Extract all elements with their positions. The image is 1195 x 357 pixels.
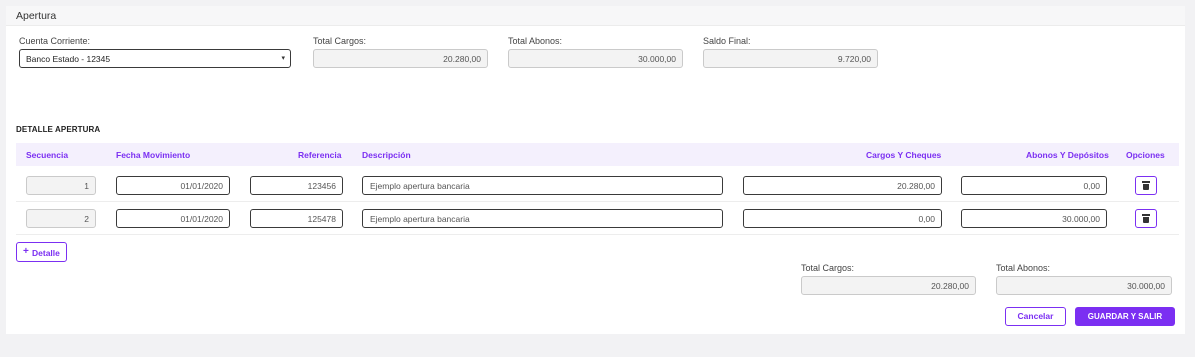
col-abonos: Abonos Y Depósitos xyxy=(1026,150,1109,160)
bottom-total-abonos-field: 30.000,00 xyxy=(996,276,1172,295)
row-1-secuencia: 1 xyxy=(26,176,96,195)
saldo-final-field: 9.720,00 xyxy=(703,49,878,68)
abonos-value: 30.000,00 xyxy=(1062,214,1100,224)
bottom-total-abonos-value: 30.000,00 xyxy=(1127,281,1165,291)
saldo-final-label: Saldo Final: xyxy=(703,36,751,46)
row-2-secuencia: 2 xyxy=(26,209,96,228)
table-header: Secuencia Fecha Movimiento Referencia De… xyxy=(16,143,1179,166)
total-cargos-label: Total Cargos: xyxy=(313,36,367,46)
row-1-referencia-input[interactable]: 123456 xyxy=(250,176,343,195)
total-abonos-label: Total Abonos: xyxy=(508,36,563,46)
row-2-descripcion-input[interactable]: Ejemplo apertura bancaria xyxy=(362,209,723,228)
fecha-value: 01/01/2020 xyxy=(180,181,223,191)
row-1-cargos-input[interactable]: 20.280,00 xyxy=(743,176,942,195)
apertura-panel: Apertura Cuenta Corriente: Banco Estado … xyxy=(6,6,1185,334)
secuencia-value: 2 xyxy=(84,214,89,224)
referencia-value: 123456 xyxy=(307,181,336,191)
trash-icon xyxy=(1142,181,1150,190)
total-abonos-value: 30.000,00 xyxy=(638,54,676,64)
descripcion-value: Ejemplo apertura bancaria xyxy=(370,214,470,224)
cuenta-select[interactable]: Banco Estado - 12345 ▾ xyxy=(19,49,291,68)
save-and-exit-button[interactable]: GUARDAR Y SALIR xyxy=(1075,307,1175,326)
abonos-value: 0,00 xyxy=(1083,181,1100,191)
trash-icon xyxy=(1142,214,1150,223)
row-2-abonos-input[interactable]: 30.000,00 xyxy=(961,209,1107,228)
row-divider xyxy=(16,234,1179,235)
bottom-total-cargos-value: 20.280,00 xyxy=(931,281,969,291)
cuenta-value: Banco Estado - 12345 xyxy=(26,54,111,64)
panel-header: Apertura xyxy=(6,6,1185,26)
total-abonos-field: 30.000,00 xyxy=(508,49,683,68)
total-cargos-field: 20.280,00 xyxy=(313,49,488,68)
bottom-total-cargos-label: Total Cargos: xyxy=(801,263,855,273)
referencia-value: 125478 xyxy=(307,214,336,224)
descripcion-value: Ejemplo apertura bancaria xyxy=(370,181,470,191)
row-divider xyxy=(16,201,1179,202)
cancel-button[interactable]: Cancelar xyxy=(1005,307,1066,326)
row-1-delete-button[interactable] xyxy=(1135,176,1157,195)
bottom-total-abonos-label: Total Abonos: xyxy=(996,263,1051,273)
plus-icon: + xyxy=(23,246,29,257)
add-detail-label: Detalle xyxy=(32,248,60,258)
col-cargos: Cargos Y Cheques xyxy=(866,150,942,160)
row-1-abonos-input[interactable]: 0,00 xyxy=(961,176,1107,195)
detail-section-title: DETALLE APERTURA xyxy=(16,125,101,134)
chevron-down-icon: ▾ xyxy=(281,55,285,62)
total-cargos-value: 20.280,00 xyxy=(443,54,481,64)
col-secuencia: Secuencia xyxy=(26,150,69,160)
col-fecha: Fecha Movimiento xyxy=(116,150,191,160)
saldo-final-value: 9.720,00 xyxy=(837,54,871,64)
add-detail-button[interactable]: + Detalle xyxy=(16,242,67,262)
cargos-value: 20.280,00 xyxy=(897,181,935,191)
cuenta-label: Cuenta Corriente: xyxy=(19,36,91,46)
row-1-fecha-input[interactable]: 01/01/2020 xyxy=(116,176,230,195)
cargos-value: 0,00 xyxy=(918,214,935,224)
col-opciones: Opciones xyxy=(1126,150,1165,160)
col-referencia: Referencia xyxy=(298,150,342,160)
fecha-value: 01/01/2020 xyxy=(180,214,223,224)
row-2-cargos-input[interactable]: 0,00 xyxy=(743,209,942,228)
row-2-referencia-input[interactable]: 125478 xyxy=(250,209,343,228)
secuencia-value: 1 xyxy=(84,181,89,191)
row-2-delete-button[interactable] xyxy=(1135,209,1157,228)
row-1-descripcion-input[interactable]: Ejemplo apertura bancaria xyxy=(362,176,723,195)
col-descripcion: Descripción xyxy=(362,150,411,160)
bottom-total-cargos-field: 20.280,00 xyxy=(801,276,976,295)
row-2-fecha-input[interactable]: 01/01/2020 xyxy=(116,209,230,228)
page-title: Apertura xyxy=(16,10,57,22)
